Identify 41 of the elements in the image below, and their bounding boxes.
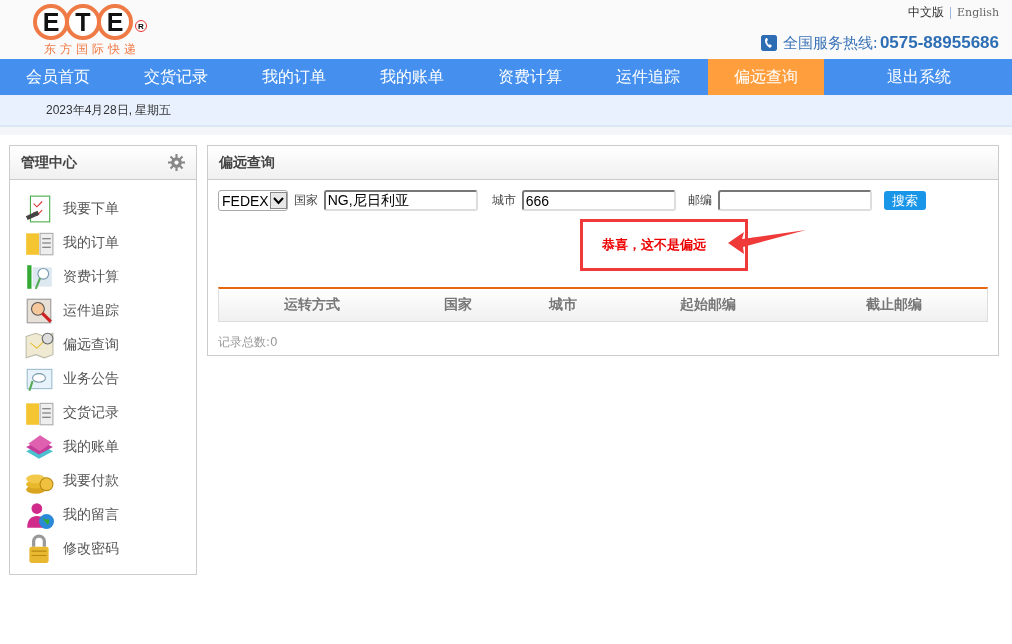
stacked-books-icon	[24, 432, 54, 462]
result-message: 恭喜，这不是偏远	[580, 219, 748, 271]
sidebar-link[interactable]: 交货记录	[63, 404, 119, 422]
settings-icon[interactable]	[168, 154, 185, 171]
record-count: 记录总数:0	[218, 334, 279, 351]
sidebar-title: 管理中心	[21, 153, 77, 172]
sidebar-link[interactable]: 运件追踪	[63, 302, 119, 320]
input-field[interactable]	[717, 190, 872, 211]
sidebar-link[interactable]: 我要付款	[63, 472, 119, 490]
column-header: 截止邮编	[865, 296, 923, 314]
chart-magnifier-icon	[24, 262, 54, 292]
sidebar-link[interactable]: 我的留言	[63, 506, 119, 524]
hotline-label: 全国服务热线:	[782, 33, 878, 53]
magnifier-icon	[24, 296, 54, 326]
sidebar-link[interactable]: 我的账单	[63, 438, 119, 456]
caret-icon	[269, 192, 287, 209]
phone-icon	[760, 35, 777, 51]
map-icon	[24, 330, 54, 360]
sidebar-link[interactable]: 业务公告	[63, 370, 119, 388]
input-field[interactable]: 666	[521, 190, 676, 211]
person-globe-icon	[24, 500, 54, 530]
hotline-number: 0575-88955686	[879, 33, 999, 53]
column-header: 起始邮编	[679, 296, 737, 314]
logo-subtitle: 东方国际快递	[44, 41, 140, 58]
field-label: 邮编	[687, 192, 712, 209]
language-link[interactable]: 中文版	[908, 4, 945, 21]
field-label: 国家	[293, 192, 318, 209]
arrow-icon	[728, 230, 806, 256]
language-link[interactable]: English	[957, 6, 999, 19]
sidebar-link[interactable]: 我的订单	[63, 234, 119, 252]
date-text: 2023年4月28日, 星期五	[46, 101, 172, 119]
column-header: 运转方式	[283, 296, 341, 314]
sidebar-link[interactable]: 我要下单	[63, 200, 119, 218]
field-label: 城市	[491, 192, 516, 209]
column-header: 城市	[547, 296, 578, 314]
sidebar-link[interactable]: 资费计算	[63, 268, 119, 286]
sidebar-link[interactable]: 偏远查询	[63, 336, 119, 354]
column-header: 国家	[443, 296, 473, 314]
carrier-select[interactable]: FEDEX	[218, 190, 288, 211]
sidebar-link[interactable]: 修改密码	[63, 540, 119, 558]
input-field[interactable]: NG,尼日利亚	[323, 190, 478, 211]
